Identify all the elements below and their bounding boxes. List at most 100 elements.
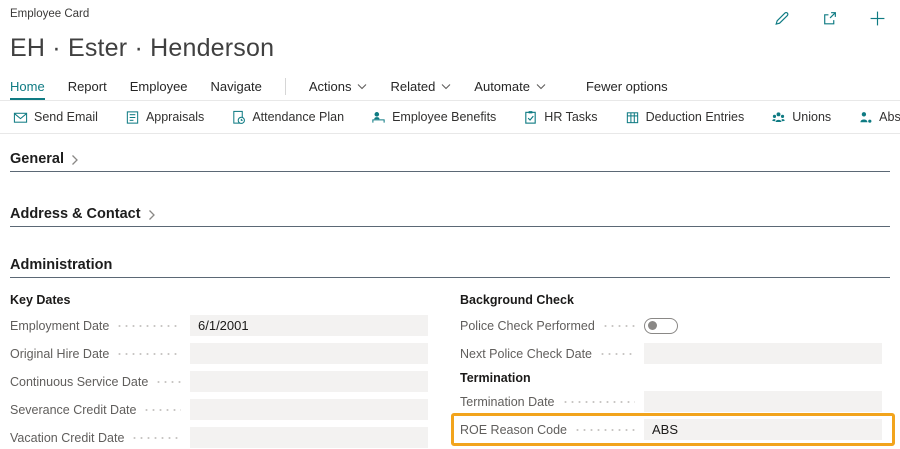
field-label: Termination Date [460, 394, 555, 409]
chevron-down-icon [536, 82, 546, 91]
menu-automate[interactable]: Automate [474, 79, 546, 100]
field-label: ROE Reason Code [460, 422, 568, 437]
dotted-leader [155, 380, 181, 383]
dotted-leader [116, 324, 181, 327]
column-key-dates: Key Dates Employment Date 6/1/2001 Origi… [10, 293, 428, 449]
field-label: Next Police Check Date [460, 346, 593, 361]
menu-divider [284, 78, 286, 95]
attendance-plan-icon [231, 110, 246, 125]
action-label: Unions [792, 110, 832, 124]
section-address-contact[interactable]: Address & Contact [10, 206, 890, 227]
page-title: EH · Ester · Henderson [10, 34, 275, 62]
share-icon[interactable] [821, 10, 838, 27]
section-administration[interactable]: Administration [10, 257, 890, 278]
menu-related-label: Related [390, 79, 436, 94]
edit-pencil-icon[interactable] [773, 10, 790, 27]
chevron-right-icon [148, 209, 156, 221]
dotted-leader [599, 352, 635, 355]
appraisals-icon [125, 110, 140, 125]
menu-automate-label: Automate [474, 79, 530, 94]
action-attendance-plan[interactable]: Attendance Plan [231, 110, 344, 125]
action-label: Absences [879, 110, 900, 124]
menu-related[interactable]: Related [390, 79, 451, 100]
menu-actions[interactable]: Actions [309, 79, 368, 100]
action-unions[interactable]: Unions [771, 110, 831, 125]
field-label: Severance Credit Date [10, 402, 137, 417]
action-send-email[interactable]: Send Email [13, 110, 98, 125]
action-label: Send Email [34, 110, 98, 124]
administration-fields: Key Dates Employment Date 6/1/2001 Origi… [10, 293, 895, 449]
action-hr-tasks[interactable]: HR Tasks [523, 110, 598, 125]
field-row-employment-date: Employment Date 6/1/2001 [10, 315, 428, 336]
vacation-credit-date-input[interactable] [190, 427, 428, 448]
action-label: Deduction Entries [645, 110, 745, 124]
dotted-leader [116, 352, 181, 355]
top-bar: Employee Card [0, 0, 900, 27]
column-background-termination: Background Check Police Check Performed … [451, 293, 895, 449]
group-background-check: Background Check [460, 293, 574, 307]
severance-credit-date-input[interactable] [190, 399, 428, 420]
police-check-toggle[interactable] [644, 317, 678, 334]
action-label: Employee Benefits [392, 110, 497, 124]
card-content: General Address & Contact Administration… [0, 151, 900, 449]
page-caption: Employee Card [10, 8, 90, 20]
field-row-roe-reason-code: ROE Reason Code ABS [460, 419, 882, 440]
chevron-down-icon [357, 82, 367, 91]
employment-date-input[interactable]: 6/1/2001 [190, 315, 428, 336]
section-general[interactable]: General [10, 151, 890, 172]
tab-home[interactable]: Home [10, 79, 45, 100]
dotted-leader [574, 428, 635, 431]
field-row-original-hire-date: Original Hire Date [10, 343, 428, 364]
roe-reason-code-input[interactable]: ABS [644, 419, 882, 440]
command-menu-bar: Home Report Employee Navigate Actions Re… [0, 75, 900, 101]
field-row-next-police-check-date: Next Police Check Date [460, 343, 882, 364]
chevron-right-icon [71, 154, 79, 166]
field-label: Police Check Performed [460, 318, 595, 333]
dotted-leader [601, 324, 635, 327]
fewer-options[interactable]: Fewer options [586, 79, 668, 100]
action-deduction-entries[interactable]: Deduction Entries [625, 110, 745, 125]
field-label: Continuous Service Date [10, 374, 149, 389]
employee-benefits-icon [371, 110, 386, 125]
menu-actions-label: Actions [308, 79, 352, 94]
group-termination: Termination [460, 371, 531, 385]
chevron-down-icon [441, 82, 451, 91]
tab-navigate[interactable]: Navigate [211, 79, 262, 100]
roe-reason-code-highlight: ROE Reason Code ABS [451, 413, 895, 446]
action-label: Attendance Plan [252, 110, 345, 124]
toggle-slot [644, 317, 882, 334]
field-row-severance-credit-date: Severance Credit Date [10, 399, 428, 420]
dotted-leader [131, 436, 181, 439]
header-actions [773, 10, 886, 27]
deduction-entries-icon [625, 110, 640, 125]
send-email-icon [13, 110, 28, 125]
tab-report[interactable]: Report [68, 79, 107, 100]
action-absences[interactable]: Absences [858, 110, 900, 125]
original-hire-date-input[interactable] [190, 343, 428, 364]
section-general-label: General [10, 151, 64, 167]
dotted-leader [143, 408, 181, 411]
field-row-vacation-credit-date: Vacation Credit Date [10, 427, 428, 448]
next-police-check-date-input[interactable] [644, 343, 882, 364]
employee-card-page: Employee Card EH · Ester · Henderson Hom… [0, 0, 900, 449]
hr-tasks-icon [523, 110, 538, 125]
field-label: Employment Date [10, 318, 110, 333]
field-row-police-check-performed: Police Check Performed [460, 315, 882, 336]
action-appraisals[interactable]: Appraisals [125, 110, 204, 125]
field-row-termination-date: Termination Date [460, 391, 882, 412]
field-label: Vacation Credit Date [10, 430, 125, 445]
toggle-knob [648, 321, 657, 330]
tab-employee[interactable]: Employee [130, 79, 188, 100]
action-bar: Send Email Appraisals Attendance Plan Em… [0, 101, 900, 134]
new-plus-icon[interactable] [869, 10, 886, 27]
unions-icon [771, 110, 786, 125]
absences-icon [858, 110, 873, 125]
group-key-dates: Key Dates [10, 293, 71, 307]
action-label: Appraisals [145, 110, 205, 124]
action-employee-benefits[interactable]: Employee Benefits [371, 110, 496, 125]
termination-date-input[interactable] [644, 391, 882, 412]
dotted-leader [561, 400, 635, 403]
section-address-label: Address & Contact [10, 206, 141, 222]
field-row-continuous-service-date: Continuous Service Date [10, 371, 428, 392]
continuous-service-date-input[interactable] [190, 371, 428, 392]
